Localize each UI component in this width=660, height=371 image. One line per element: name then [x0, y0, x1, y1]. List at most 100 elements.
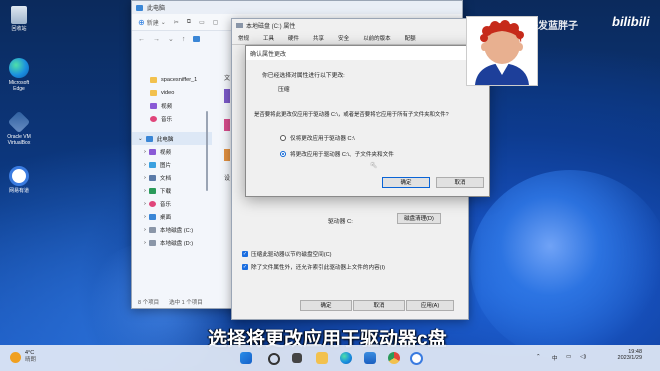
taskbar: 4°C 晴朗 ⌃ 中 ▭ ◁) 19:48 2023/1/29 — [0, 345, 660, 371]
chrome-icon[interactable] — [388, 352, 400, 364]
volume-icon[interactable]: ◁) — [580, 354, 586, 360]
chevron-down-icon[interactable]: ⌄ — [168, 35, 174, 43]
nav-item-music[interactable]: 音乐 — [132, 112, 212, 125]
rename-icon[interactable]: ▢ — [213, 19, 219, 26]
desktop-icon-label: Microsoft Edge — [8, 80, 30, 92]
explorer-title: 此电脑 — [147, 6, 166, 12]
chevron-right-icon: › — [144, 239, 146, 246]
dialog-cancel-button[interactable]: 取消 — [436, 177, 484, 188]
nav-item-this-pc[interactable]: ⌄ 此电脑 — [132, 132, 212, 145]
chevron-right-icon: › — [144, 161, 146, 168]
ime-indicator[interactable]: 中 — [552, 354, 558, 362]
checkmark-icon: ✓ — [242, 264, 248, 270]
video-icon — [150, 102, 157, 109]
radio-drive-only[interactable]: 仅将更改应用于驱动器 C:\ — [280, 134, 355, 142]
tab-previous-versions[interactable]: 以前的版本 — [363, 34, 391, 42]
nav-item-drive-c[interactable]: › 本地磁盘 (C:) — [132, 223, 212, 236]
up-arrow-icon[interactable]: ↑ — [182, 36, 186, 43]
explorer-titlebar: 此电脑 — [132, 1, 462, 14]
chevron-right-icon: › — [144, 226, 146, 233]
dialog-ok-button[interactable]: 确定 — [382, 177, 430, 188]
tab-sharing[interactable]: 共享 — [313, 34, 324, 42]
tab-security[interactable]: 安全 — [338, 34, 349, 42]
music-icon — [148, 200, 156, 207]
video-icon — [148, 148, 156, 155]
checkmark-icon: ✓ — [242, 251, 248, 257]
properties-apply-button[interactable]: 应用(A) — [406, 300, 454, 311]
nav-item-desktop[interactable]: › 桌面 — [132, 210, 212, 223]
computer-icon — [136, 4, 143, 11]
tab-hardware[interactable]: 硬件 — [288, 34, 299, 42]
compress-drive-checkbox[interactable]: ✓ 压缩此驱动器以节约磁盘空间(C) — [242, 250, 331, 258]
sun-icon — [10, 351, 21, 363]
tray-chevron-up-icon[interactable]: ⌃ — [536, 354, 541, 360]
edge-icon[interactable] — [340, 352, 352, 364]
chevron-right-icon: › — [144, 174, 146, 181]
desktop-icon-edge[interactable]: Microsoft Edge — [4, 58, 34, 92]
mouse-cursor-icon: ↖ — [370, 160, 378, 170]
radio-apply-all[interactable]: 将更改应用于驱动器 C:\、子文件夹和文件 — [280, 150, 394, 158]
weather-desc: 晴朗 — [25, 357, 37, 363]
desktop-icon-virtualbox[interactable]: Oracle VM VirtualBox — [4, 110, 34, 146]
forward-arrow-icon[interactable]: → — [153, 36, 160, 43]
weather-widget[interactable]: 4°C 晴朗 — [10, 350, 36, 364]
nav-item-drive-d[interactable]: › 本地磁盘 (D:) — [132, 236, 212, 249]
compress-label: 压缩此驱动器以节约磁盘空间(C) — [251, 252, 332, 258]
nav-item-pc-music[interactable]: › 音乐 — [132, 197, 212, 210]
youdao-icon[interactable] — [410, 352, 423, 365]
tab-general[interactable]: 常规 — [238, 34, 249, 42]
nav-item-label: 本地磁盘 (D:) — [159, 240, 194, 247]
nav-item-label: 音乐 — [161, 116, 173, 123]
back-arrow-icon[interactable]: ← — [138, 36, 145, 43]
properties-title: 本地磁盘 (C:) 属性 — [246, 24, 296, 30]
nav-item-label: video — [161, 89, 175, 96]
new-button[interactable]: ⊕ 新建 ⌄ — [138, 18, 166, 27]
radio-label: 将更改应用于驱动器 C:\、子文件夹和文件 — [290, 152, 394, 158]
network-icon[interactable]: ▭ — [566, 354, 571, 360]
nav-item-videos[interactable]: 视频 — [132, 99, 212, 112]
store-icon[interactable] — [364, 352, 376, 364]
copy-icon[interactable]: ⧉ — [187, 19, 191, 26]
nav-item-pc-videos[interactable]: › 视频 — [132, 145, 212, 158]
desktop-icon-recycle-bin[interactable]: 回收站 — [4, 6, 34, 32]
nav-item-spacesniffer[interactable]: spacesniffer_1 — [132, 73, 212, 86]
cut-icon[interactable]: ✂ — [174, 19, 179, 26]
document-icon — [148, 174, 156, 181]
nav-item-label: 视频 — [161, 103, 173, 110]
task-view-icon[interactable] — [292, 353, 302, 363]
weather-temp: 4°C — [25, 350, 35, 356]
disk-cleanup-button[interactable]: 磁盘清理(D) — [397, 213, 441, 224]
folder-icon — [150, 76, 157, 83]
properties-titlebar: 本地磁盘 (C:) 属性 — [232, 19, 468, 32]
nav-item-downloads[interactable]: › 下载 — [132, 184, 212, 197]
clock[interactable]: 19:48 2023/1/29 — [612, 349, 642, 361]
desktop-icon-label: 网易有道 — [8, 188, 29, 194]
picture-icon — [148, 161, 156, 168]
properties-cancel-button[interactable]: 取消 — [353, 300, 405, 311]
nav-item-video-folder[interactable]: video — [132, 86, 212, 99]
tab-quota[interactable]: 配额 — [405, 34, 416, 42]
search-icon[interactable] — [268, 353, 280, 365]
nav-item-pictures[interactable]: › 图片 — [132, 158, 212, 171]
drive-label: 驱动器 C: — [328, 219, 353, 225]
desktop-icon-youdao[interactable]: 网易有道 — [4, 166, 34, 194]
file-explorer-icon[interactable] — [316, 352, 328, 364]
drive-icon — [236, 23, 243, 28]
properties-ok-button[interactable]: 确定 — [300, 300, 352, 311]
desktop-icon-label: 回收站 — [11, 26, 27, 32]
nav-item-label: 视频 — [159, 149, 172, 156]
nav-item-label: 此电脑 — [156, 136, 174, 143]
scrollbar[interactable] — [206, 111, 208, 191]
nav-item-label: spacesniffer_1 — [161, 76, 198, 83]
nav-item-documents[interactable]: › 文档 — [132, 171, 212, 184]
index-content-checkbox[interactable]: ✓ 除了文件属性外，还允许索引此驱动器上文件的内容(I) — [242, 263, 385, 271]
paste-icon[interactable]: ▭ — [199, 19, 205, 26]
chevron-right-icon: › — [144, 213, 146, 220]
index-label: 除了文件属性外，还允许索引此驱动器上文件的内容(I) — [251, 265, 385, 271]
chevron-down-icon: ⌄ — [160, 19, 166, 26]
item-count: 8 个项目 — [138, 300, 160, 306]
tab-tools[interactable]: 工具 — [263, 34, 274, 42]
section-letter: 设 — [224, 176, 231, 182]
bilibili-logo: bilibili — [612, 14, 650, 29]
start-windows-icon[interactable] — [240, 352, 252, 364]
